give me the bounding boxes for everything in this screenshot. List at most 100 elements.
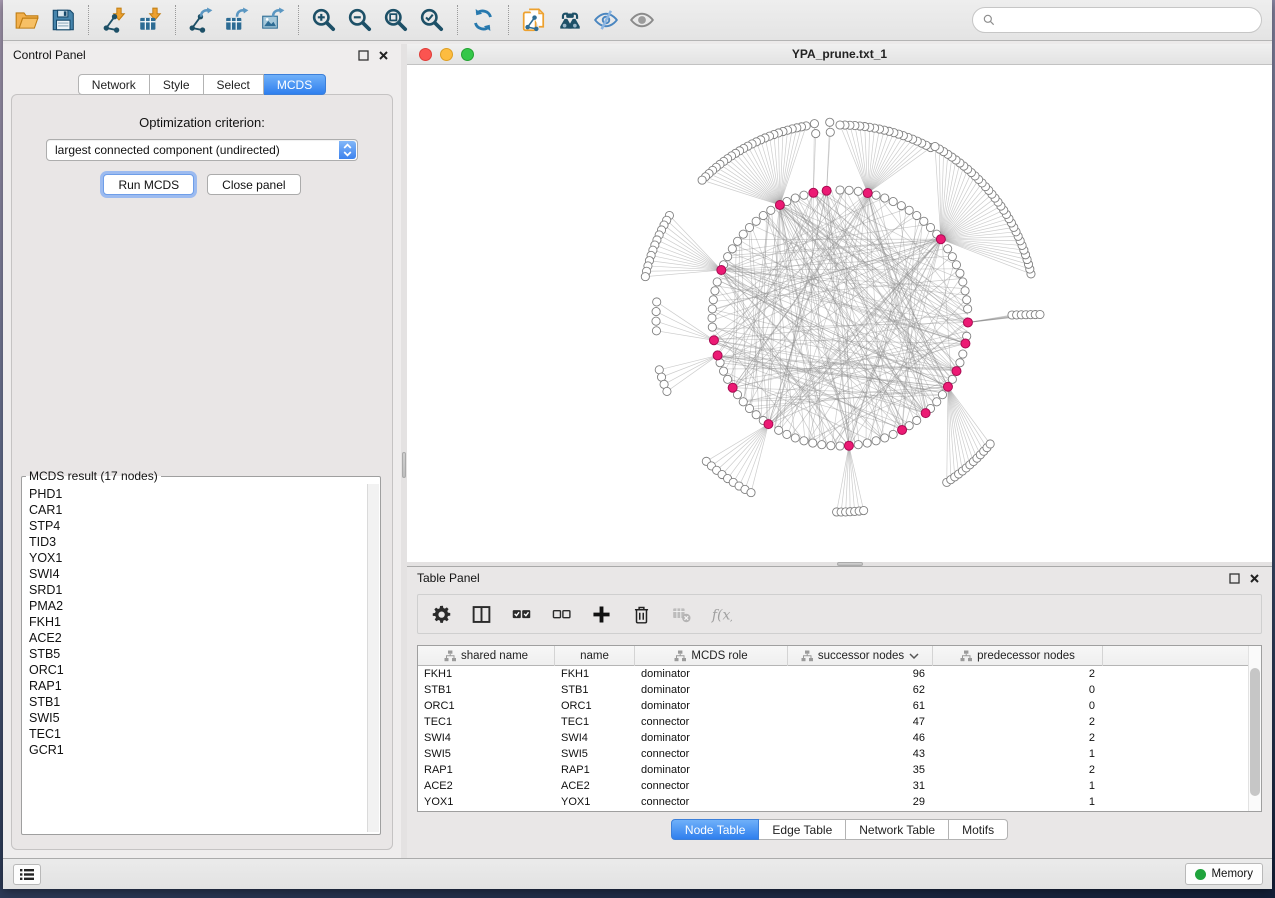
zoom-fit-icon [383,7,409,33]
minimize-window-icon[interactable] [440,48,453,61]
memory-button[interactable]: Memory [1185,863,1263,885]
mcds-result-item[interactable]: STB5 [29,646,366,662]
cell-predecessor-nodes: 1 [933,794,1103,810]
column-header-predecessor-nodes[interactable]: predecessor nodes [933,646,1103,666]
close-panel-button[interactable]: Close panel [207,174,300,195]
trash-button[interactable] [628,601,654,627]
open-file-button[interactable] [9,3,45,37]
mcds-result-item[interactable]: CAR1 [29,502,366,518]
tab-network[interactable]: Network [78,74,150,95]
columns-icon [471,604,492,625]
gear-button[interactable] [428,601,454,627]
mcds-tab-content: Optimization criterion: largest connecte… [11,94,393,850]
column-header-MCDS-role[interactable]: MCDS role [635,646,788,666]
mcds-result-item[interactable]: RAP1 [29,678,366,694]
table-row[interactable]: FKH1FKH1dominator962 [418,666,1261,682]
show-all-button[interactable] [624,3,660,37]
table-row[interactable]: YOX1YOX1connector291 [418,794,1261,810]
table-row[interactable]: TEC1TEC1connector472 [418,714,1261,730]
zoom-fit-button[interactable] [378,3,414,37]
mcds-result-item[interactable]: ORC1 [29,662,366,678]
tab-edge-table[interactable]: Edge Table [759,819,846,840]
mcds-result-item[interactable]: SWI4 [29,566,366,582]
save-session-button[interactable] [45,3,81,37]
tab-mcds[interactable]: MCDS [264,74,326,95]
cell-MCDS-role: connector [635,746,788,762]
float-table-panel-button[interactable] [1226,570,1242,586]
mcds-result-item[interactable]: SWI5 [29,710,366,726]
tab-node-table[interactable]: Node Table [671,819,760,840]
search-box[interactable] [972,7,1262,33]
new-network-from-selection-button[interactable] [516,3,552,37]
network-window-titlebar[interactable]: YPA_prune.txt_1 [407,44,1272,65]
mcds-result-item[interactable]: ACE2 [29,630,366,646]
status-bar: Memory [3,858,1272,889]
table-row[interactable]: SWI5SWI5connector431 [418,746,1261,762]
column-header-name[interactable]: name [555,646,635,666]
deselect-all-button[interactable] [548,601,574,627]
task-history-button[interactable] [13,864,41,885]
import-network-icon [101,7,127,33]
optimization-criterion-select[interactable]: largest connected component (undirected) [46,139,358,161]
tab-network-table[interactable]: Network Table [846,819,949,840]
splitter-grip-icon[interactable] [402,452,406,478]
optimization-criterion-label: Optimization criterion: [12,115,392,130]
network-window: YPA_prune.txt_1 [407,44,1272,562]
column-header-shared-name[interactable]: shared name [418,646,555,666]
mcds-result-item[interactable]: YOX1 [29,550,366,566]
cell-MCDS-role: dominator [635,730,788,746]
hide-selected-button[interactable] [588,3,624,37]
mcds-result-item[interactable]: PHD1 [29,486,366,502]
mcds-result-item[interactable]: PMA2 [29,598,366,614]
mcds-result-item[interactable]: TEC1 [29,726,366,742]
search-input[interactable] [1001,10,1261,30]
mcds-result-item[interactable]: SRD1 [29,582,366,598]
mcds-result-item[interactable]: STB1 [29,694,366,710]
table-row[interactable]: RAP1RAP1dominator352 [418,762,1261,778]
add-button[interactable] [588,601,614,627]
export-table-icon [224,7,250,33]
table-row[interactable]: ORC1ORC1dominator610 [418,698,1261,714]
cell-shared-name: RAP1 [418,762,555,778]
network-window-title: YPA_prune.txt_1 [792,47,887,61]
import-network-button[interactable] [96,3,132,37]
mcds-result-item[interactable]: STP4 [29,518,366,534]
run-mcds-button[interactable]: Run MCDS [103,174,194,195]
network-graph[interactable] [407,65,1272,562]
table-row[interactable]: PHD1PHD1dominator180 [418,810,1261,812]
zoom-selected-button[interactable] [414,3,450,37]
tab-style[interactable]: Style [150,74,204,95]
refresh-button[interactable] [465,3,501,37]
table-row[interactable]: ACE2ACE2connector311 [418,778,1261,794]
columns-button[interactable] [468,601,494,627]
mcds-list-scrollbar[interactable] [367,484,379,832]
zoom-window-icon[interactable] [461,48,474,61]
search-network-button[interactable] [552,3,588,37]
table-scrollbar-thumb[interactable] [1250,668,1260,796]
export-network-button[interactable] [183,3,219,37]
select-all-button[interactable] [508,601,534,627]
column-header-successor-nodes[interactable]: successor nodes [788,646,933,666]
tab-select[interactable]: Select [204,74,264,95]
close-panel-icon-button[interactable] [375,47,391,63]
import-table-button[interactable] [132,3,168,37]
mcds-result-title: MCDS result (17 nodes) [26,469,161,483]
hide-selected-icon [593,7,619,33]
network-canvas[interactable] [407,65,1272,562]
mcds-result-item[interactable]: TID3 [29,534,366,550]
table-scrollbar[interactable] [1248,646,1261,811]
zoom-out-button[interactable] [342,3,378,37]
tab-motifs[interactable]: Motifs [949,819,1008,840]
close-table-panel-button[interactable] [1246,570,1262,586]
table-row[interactable]: STB1STB1dominator620 [418,682,1261,698]
mcds-result-item[interactable]: GCR1 [29,742,366,758]
cell-MCDS-role: dominator [635,698,788,714]
zoom-in-button[interactable] [306,3,342,37]
export-image-button[interactable] [255,3,291,37]
table-row[interactable]: SWI4SWI4dominator462 [418,730,1261,746]
close-window-icon[interactable] [419,48,432,61]
float-panel-button[interactable] [355,47,371,63]
cell-successor-nodes: 31 [788,778,933,794]
export-table-button[interactable] [219,3,255,37]
mcds-result-item[interactable]: FKH1 [29,614,366,630]
